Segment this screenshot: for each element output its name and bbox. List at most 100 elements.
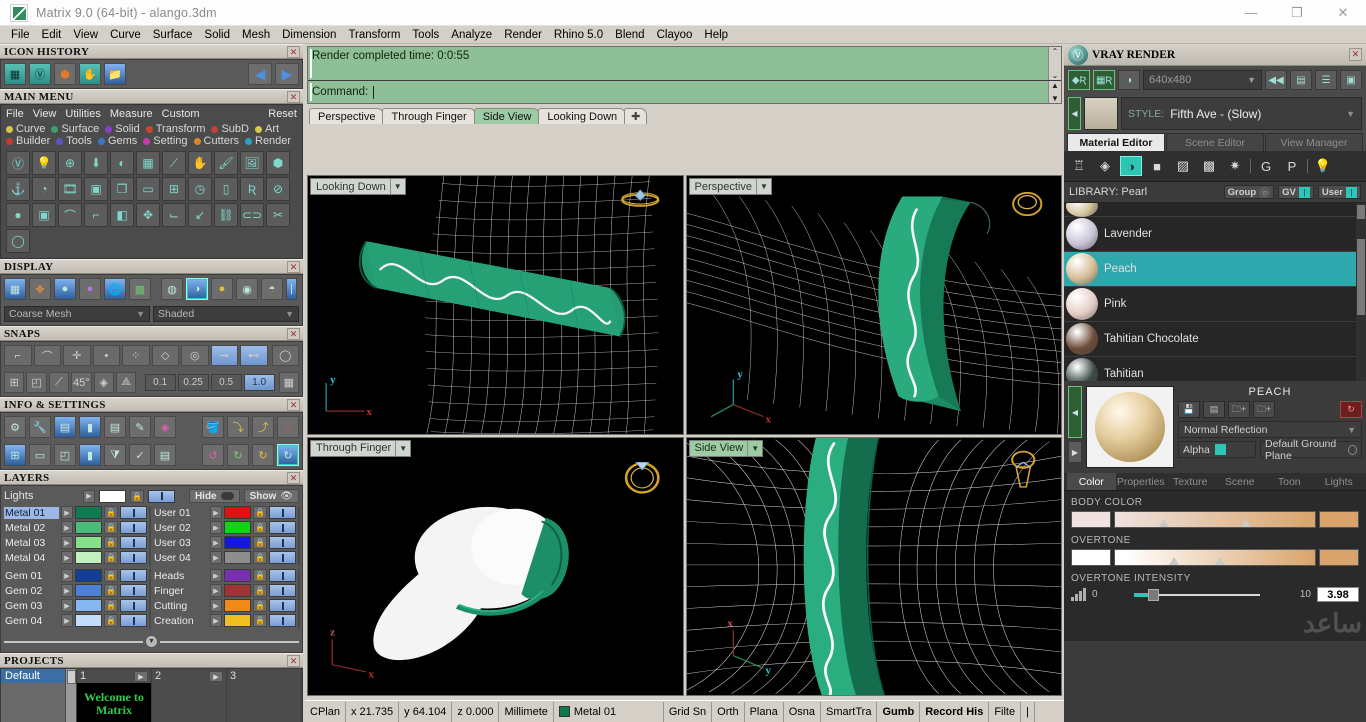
alpha-toggle[interactable]: Alpha (1178, 441, 1256, 458)
hand-icon[interactable]: ✋ (79, 63, 101, 85)
menu-item-mesh[interactable]: Mesh (236, 28, 276, 42)
minimize-button[interactable]: — (1228, 0, 1274, 26)
shade-icon[interactable]: ◐ (110, 151, 134, 175)
tab-material-editor[interactable]: Material Editor (1067, 133, 1165, 151)
snap-value-0.25[interactable]: 0.25 (177, 374, 209, 391)
paint-ring-icon[interactable]: 🖌 (214, 151, 238, 175)
metal-drop-icon[interactable]: ♖ (1068, 156, 1090, 176)
history-blue-icon[interactable]: ↻ (277, 444, 299, 466)
viewport-tab-side-view[interactable]: Side View (473, 108, 541, 124)
frame-buffer-icon[interactable]: ▣ (1340, 70, 1362, 90)
layer-expand-icon[interactable]: ▶ (61, 584, 73, 597)
add-folder2-icon[interactable]: 🗀+ (1253, 401, 1275, 418)
lock-icon[interactable]: 🔒 (104, 506, 118, 519)
display-more-button[interactable]: | (286, 278, 297, 300)
delete-red-icon[interactable]: ⤬ (277, 416, 299, 438)
point-snap-icon[interactable]: ✛ (63, 345, 91, 366)
ground-plane-select[interactable]: Default Ground Plane (1260, 438, 1362, 462)
layer-visibility-toggle[interactable] (269, 599, 296, 612)
layer-color-swatch[interactable] (75, 551, 102, 564)
status-toggle-record-his[interactable]: Record His (920, 701, 990, 722)
overtone-band[interactable] (1114, 549, 1316, 566)
ghost-icon[interactable]: ✥ (29, 278, 51, 300)
lights-color-swatch[interactable] (99, 489, 126, 503)
card-icon[interactable]: ▤ (154, 444, 176, 466)
layer-group-scrollbar[interactable] (298, 506, 300, 566)
hand-ring-icon[interactable]: ✋ (188, 151, 212, 175)
viewport-side-view-label[interactable]: Side View ▼ (688, 439, 764, 457)
viewport-perspective-label[interactable]: Perspective ▼ (688, 178, 772, 195)
tab-color[interactable]: Color (1067, 473, 1116, 490)
overtone-intensity-slider[interactable]: 0 10 3.98 (1071, 587, 1359, 602)
style-select[interactable]: STYLE: Fifth Ave - (Slow) ▼ (1121, 97, 1362, 130)
gem-icon[interactable]: ◈ (1094, 156, 1116, 176)
layer-visibility-toggle[interactable] (120, 599, 147, 612)
save-icon[interactable]: 💾 (1178, 401, 1200, 418)
layer-name-metal-02[interactable]: Metal 02 (4, 522, 59, 534)
lock-icon[interactable]: 🔒 (253, 569, 267, 582)
filter-icon[interactable]: ⧩ (104, 444, 126, 466)
status-toggle-grid-sn[interactable]: Grid Sn (664, 701, 713, 722)
body-color-start-chip[interactable] (1071, 511, 1111, 528)
projects-close-icon[interactable]: ✕ (287, 655, 300, 667)
layer-color-swatch[interactable] (224, 536, 251, 549)
category-setting[interactable]: Setting (143, 135, 188, 147)
plain-square-icon[interactable]: ■ (1146, 156, 1168, 176)
layer-visibility-toggle[interactable] (269, 536, 296, 549)
layer-name-user-03[interactable]: User 03 (153, 537, 208, 549)
layers-close-icon[interactable]: ✕ (287, 472, 300, 484)
ring-drop-icon[interactable]: ◔ (32, 177, 56, 201)
layer-name-metal-03[interactable]: Metal 03 (4, 537, 59, 549)
layer-name-user-04[interactable]: User 04 (153, 552, 208, 564)
tab-lights[interactable]: Lights (1315, 473, 1364, 490)
anchor-icon[interactable]: ⚓ (6, 177, 30, 201)
monitor-icon[interactable]: ▭ (29, 444, 51, 466)
layer-expand-icon[interactable]: ▶ (61, 569, 73, 582)
status-filter[interactable]: Filte (989, 701, 1022, 722)
chevron-down-icon[interactable]: ▼ (1346, 109, 1355, 119)
import-yellow-icon[interactable]: ⤵ (227, 416, 249, 438)
history-forward-button[interactable]: ▶ (275, 63, 299, 85)
band-icon[interactable]: ▯ (214, 177, 238, 201)
move-icon[interactable]: ✥ (136, 203, 160, 227)
layer-visibility-toggle[interactable] (120, 506, 147, 519)
tan-snap-icon[interactable]: ⊷ (240, 345, 268, 366)
angle-45-icon[interactable]: 45° (71, 372, 92, 393)
icon-history-close-icon[interactable]: ✕ (287, 46, 300, 58)
refresh-icon[interactable]: ↻ (1340, 401, 1362, 418)
layer-color-swatch[interactable] (224, 506, 251, 519)
menu-item-view[interactable]: View (67, 28, 104, 42)
shade-mode-select[interactable]: Shaded ▼ (153, 306, 299, 322)
projects-scrollbar[interactable] (65, 669, 76, 722)
preview-prev-button[interactable]: ◀ (1068, 386, 1082, 438)
project-cell-1[interactable]: 1 ▶ Welcome to Matrix (77, 669, 152, 722)
no-sign-icon[interactable]: ⊘ (266, 177, 290, 201)
target-icon[interactable]: ⊕ (58, 151, 82, 175)
list-item[interactable]: Peach (1064, 252, 1366, 287)
status-units[interactable]: Millimete (499, 701, 554, 722)
box-nodes-icon[interactable]: ◰ (54, 444, 76, 466)
project-cell-2[interactable]: 2 ▶ (152, 669, 227, 722)
vray-icon[interactable]: Ⓥ (29, 63, 51, 85)
export-yellow-icon[interactable]: ⤴ (252, 416, 274, 438)
category-art[interactable]: Art (254, 123, 279, 135)
layer-visibility-toggle[interactable] (120, 551, 147, 564)
status-toggle-osna[interactable]: Osna (784, 701, 822, 722)
chevron-down-icon[interactable]: ▼ (389, 179, 405, 194)
intensity-knob[interactable] (1147, 588, 1159, 601)
body-color-end-chip[interactable] (1319, 511, 1359, 528)
mesh-quality-select[interactable]: Coarse Mesh ▼ (4, 306, 150, 322)
lights-visibility-toggle[interactable] (148, 489, 175, 503)
planar-icon[interactable]: ◈ (93, 372, 114, 393)
mainmenu-reset[interactable]: Reset (268, 108, 297, 120)
preview-next-button[interactable]: ▶ (1068, 441, 1082, 463)
book-icon[interactable]: ▮ (79, 444, 101, 466)
layer-visibility-toggle[interactable] (120, 521, 147, 534)
rendered-ball-icon[interactable]: ● (79, 278, 101, 300)
shade-ball-icon[interactable]: ◑ (186, 278, 208, 300)
logo-icon[interactable]: ▭ (136, 177, 160, 201)
render-material-icon[interactable]: ◆Ʀ (1068, 70, 1090, 90)
save-as-icon[interactable]: ▤ (1203, 401, 1225, 418)
lock-icon[interactable]: 🔒 (253, 614, 267, 627)
tech-ball-icon[interactable]: ◉ (236, 278, 258, 300)
